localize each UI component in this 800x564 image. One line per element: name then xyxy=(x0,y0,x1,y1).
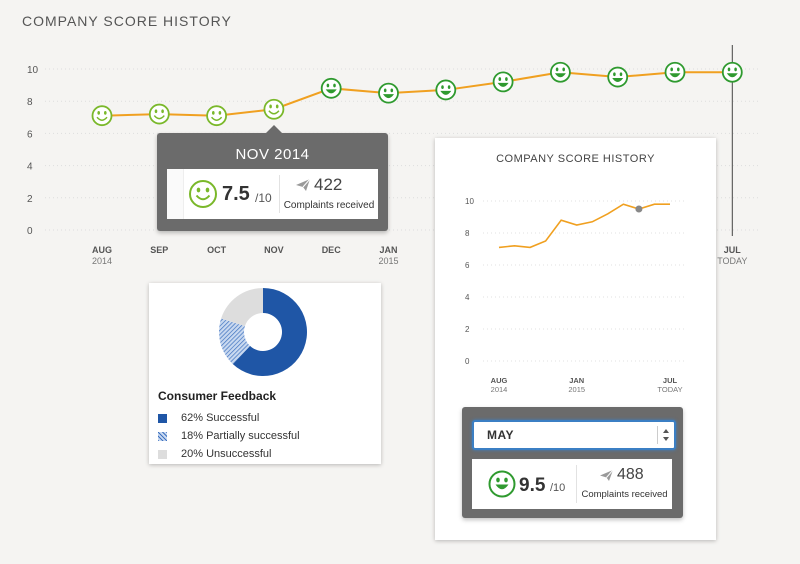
smiley-icon xyxy=(664,61,686,83)
y-tick-label: 10 xyxy=(465,197,474,206)
y-tick-label: 0 xyxy=(27,226,33,237)
feedback-title: Consumer Feedback xyxy=(158,389,277,403)
panel-score: 9.5 xyxy=(519,475,546,496)
tooltip-complaints-label: Complaints received xyxy=(283,200,375,211)
feedback-donut-chart xyxy=(219,288,307,376)
x-tick-label: AUG xyxy=(491,376,508,385)
data-point xyxy=(435,79,457,101)
x-tick-label: NOV xyxy=(264,245,284,255)
legend-swatch xyxy=(158,449,167,459)
consumer-feedback-card: Consumer Feedback 62% Successful 18% Part… xyxy=(149,283,381,464)
data-point xyxy=(721,61,743,83)
x-tick-label: DEC xyxy=(322,245,342,255)
tooltip-complaints-count: 422 xyxy=(314,175,343,194)
x-tick-label: JAN xyxy=(379,245,397,255)
x-tick-label: SEP xyxy=(150,245,168,255)
smiley-icon xyxy=(435,79,457,101)
x-tick-label: AUG xyxy=(92,245,112,255)
smiley-icon xyxy=(263,98,285,120)
smiley-icon xyxy=(91,105,113,127)
y-tick-label: 6 xyxy=(27,129,33,140)
score-line xyxy=(498,203,670,249)
smiley-icon xyxy=(492,71,514,93)
smiley-icon xyxy=(378,82,399,104)
score-tooltip: NOV 2014 7.5 /10 422 Complaints received xyxy=(157,125,388,231)
legend-swatch xyxy=(158,431,167,441)
legend-item: 62% Successful xyxy=(158,412,300,424)
x-tick-label: JAN xyxy=(569,376,584,385)
panel-score-denominator: /10 xyxy=(550,482,566,494)
y-tick-label: 6 xyxy=(465,261,470,270)
smiley-icon xyxy=(206,105,228,127)
data-point xyxy=(492,71,514,93)
tooltip-score-denominator: /10 xyxy=(255,191,272,205)
tooltip-pointer xyxy=(266,125,282,133)
smiley-icon xyxy=(721,61,743,83)
data-point xyxy=(320,77,342,99)
highlight-point xyxy=(635,205,643,213)
x-tick-sublabel: 2014 xyxy=(491,385,508,394)
mobile-panel: COMPANY SCORE HISTORY 0 2 4 6 8 10 AUG 2014 JAN 2… xyxy=(435,138,716,540)
select-arrows-icon xyxy=(663,429,669,441)
data-point xyxy=(148,103,170,125)
score-line xyxy=(101,71,733,117)
month-select-value: MAY xyxy=(487,428,515,442)
x-tick-sublabel: 2015 xyxy=(378,256,398,266)
feedback-legend: 62% Successful 18% Partially successful 20… xyxy=(158,412,300,466)
panel-complaints-count: 488 xyxy=(617,466,644,483)
legend-label: 62% Successful xyxy=(181,412,260,424)
paper-plane-icon xyxy=(296,178,311,191)
data-point xyxy=(91,105,113,127)
smiley-icon xyxy=(607,66,629,88)
x-tick-label: JUL xyxy=(724,245,742,255)
legend-label: 18% Partially successful xyxy=(181,430,300,442)
smiley-icon xyxy=(550,61,571,83)
y-tick-label: 8 xyxy=(27,97,33,108)
legend-item: 18% Partially successful xyxy=(158,430,300,442)
smiley-icon xyxy=(189,180,217,208)
panel-complaints-label: Complaints received xyxy=(581,489,668,500)
y-tick-label: 10 xyxy=(27,65,39,76)
month-select[interactable]: MAY xyxy=(472,420,676,450)
panel-score-box: 9.5 /10 488 Complaints received xyxy=(472,459,672,509)
data-point xyxy=(378,82,399,104)
y-tick-label: 0 xyxy=(465,357,470,366)
data-point xyxy=(607,66,629,88)
smiley-icon xyxy=(488,470,516,498)
y-tick-label: 2 xyxy=(27,194,33,205)
tooltip-score-box: 7.5 /10 422 Complaints received xyxy=(167,169,378,219)
tooltip-score: 7.5 xyxy=(222,183,250,205)
smiley-icon xyxy=(320,77,342,99)
panel-detail-box: MAY 9.5 /10 488 Complaints received xyxy=(462,407,683,518)
donut-slice xyxy=(221,288,263,327)
panel-score-chart: 0 2 4 6 8 10 AUG2014 JAN2015 JULTODAY xyxy=(465,197,685,394)
x-tick-label: OCT xyxy=(207,245,227,255)
legend-swatch xyxy=(158,413,167,423)
x-tick-sublabel: TODAY xyxy=(717,256,747,266)
data-point xyxy=(206,105,228,127)
legend-label: 20% Unsuccessful xyxy=(181,448,272,460)
x-tick-sublabel: TODAY xyxy=(657,385,682,394)
data-point xyxy=(263,98,285,120)
x-tick-sublabel: 2015 xyxy=(568,385,585,394)
y-tick-label: 4 xyxy=(27,162,33,173)
legend-item: 20% Unsuccessful xyxy=(158,448,300,460)
x-tick-sublabel: 2014 xyxy=(92,256,112,266)
tooltip-month: NOV 2014 xyxy=(235,146,310,163)
x-tick-label: JUL xyxy=(663,376,678,385)
data-point xyxy=(664,61,686,83)
y-tick-label: 8 xyxy=(465,229,470,238)
smiley-icon xyxy=(148,103,170,125)
data-point xyxy=(550,61,571,83)
paper-plane-icon xyxy=(600,469,614,481)
y-tick-label: 4 xyxy=(465,293,470,302)
y-tick-label: 2 xyxy=(465,325,470,334)
